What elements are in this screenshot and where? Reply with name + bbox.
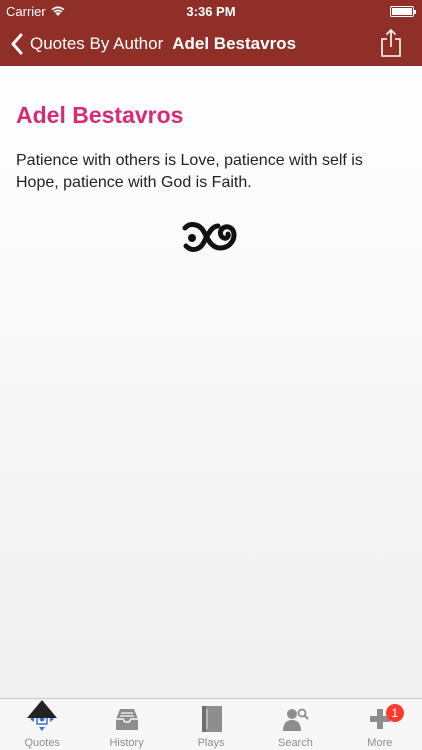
tab-label: Quotes [24,737,60,749]
tab-label: Plays [197,737,225,749]
tab-label: History [109,737,144,749]
share-icon[interactable] [380,28,402,58]
navigation-bar: Quotes By Author Adel Bestavros [0,22,422,66]
chevron-left-icon [11,33,23,55]
tab-label: More [367,737,393,749]
battery-icon [390,5,416,17]
tab-quotes[interactable]: Quotes [0,699,84,750]
caret-up-icon [27,700,58,718]
status-time: 3:36 PM [186,3,236,19]
back-button[interactable]: Quotes By Author [10,33,163,55]
tab-more[interactable]: 1 More [338,699,422,750]
tab-label: Search [277,737,313,749]
back-button-label: Quotes By Author [30,34,164,53]
quote-content: Adel Bestavros Patience with others is L… [0,66,422,698]
page-title: Adel Bestavros [172,34,297,53]
more-badge: 1 [385,704,404,722]
tab-search[interactable]: Search [253,699,337,750]
ornament-icon [182,222,237,252]
plays-icon [202,706,223,732]
history-icon [115,709,138,730]
search-icon [283,708,310,731]
status-bar: Carrier 3:36 PM [0,0,422,22]
tab-bar: Quotes History Plays Search 1 More [0,698,422,750]
top-bar: Carrier 3:36 PM Quotes By Author Adel Be… [0,0,422,66]
quote-text: Patience with others is Love, patience w… [16,152,363,191]
tab-plays[interactable]: Plays [169,699,253,750]
quote-author: Adel Bestavros [16,102,184,128]
tab-history[interactable]: History [84,699,168,750]
